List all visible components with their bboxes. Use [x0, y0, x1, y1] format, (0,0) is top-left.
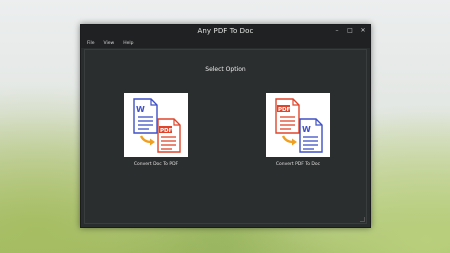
pdf-doc-icon: PDF [275, 98, 300, 134]
maximize-button[interactable]: □ [347, 27, 353, 35]
convert-pdf-to-doc-label: Convert PDF To Doc [275, 162, 321, 167]
doc-to-pdf-graphic: W PDF [133, 98, 181, 153]
pdf-doc-icon: PDF [157, 118, 181, 153]
pdf-letters: PDF [160, 128, 173, 134]
window-title: Any PDF To Doc [197, 27, 254, 35]
convert-doc-to-pdf-option[interactable]: W PDF Convert Doc To PDF [124, 93, 188, 167]
word-letter: W [302, 125, 311, 134]
window-controls: – □ ✕ [334, 27, 366, 35]
pdf-letters: PDF [278, 107, 291, 113]
word-letter: W [136, 105, 145, 114]
desktop-background: Any PDF To Doc – □ ✕ File View Help Sele… [0, 0, 450, 253]
word-doc-icon: W [299, 118, 323, 153]
arrow-icon [139, 135, 155, 146]
convert-doc-to-pdf-label: Convert Doc To PDF [133, 162, 179, 167]
title-bar[interactable]: Any PDF To Doc – □ ✕ [81, 25, 370, 39]
arrow-icon [281, 135, 297, 146]
convert-pdf-to-doc-option[interactable]: PDF W Convert PDF To Doc [266, 93, 330, 167]
menu-bar: File View Help [81, 39, 370, 48]
menu-file[interactable]: File [87, 41, 95, 46]
convert-doc-to-pdf-button[interactable]: W PDF [124, 93, 188, 157]
app-window: Any PDF To Doc – □ ✕ File View Help Sele… [80, 24, 371, 228]
close-button[interactable]: ✕ [360, 27, 366, 35]
pdf-to-doc-graphic: PDF W [275, 98, 323, 153]
minimize-button[interactable]: – [334, 27, 340, 35]
main-panel: Select Option W PDF Convert Doc To PDF P… [84, 49, 367, 224]
word-doc-icon: W [133, 98, 158, 134]
convert-pdf-to-doc-button[interactable]: PDF W [266, 93, 330, 157]
select-option-heading: Select Option [205, 66, 246, 73]
menu-view[interactable]: View [104, 41, 115, 46]
resize-grip[interactable] [360, 217, 365, 222]
menu-help[interactable]: Help [123, 41, 133, 46]
